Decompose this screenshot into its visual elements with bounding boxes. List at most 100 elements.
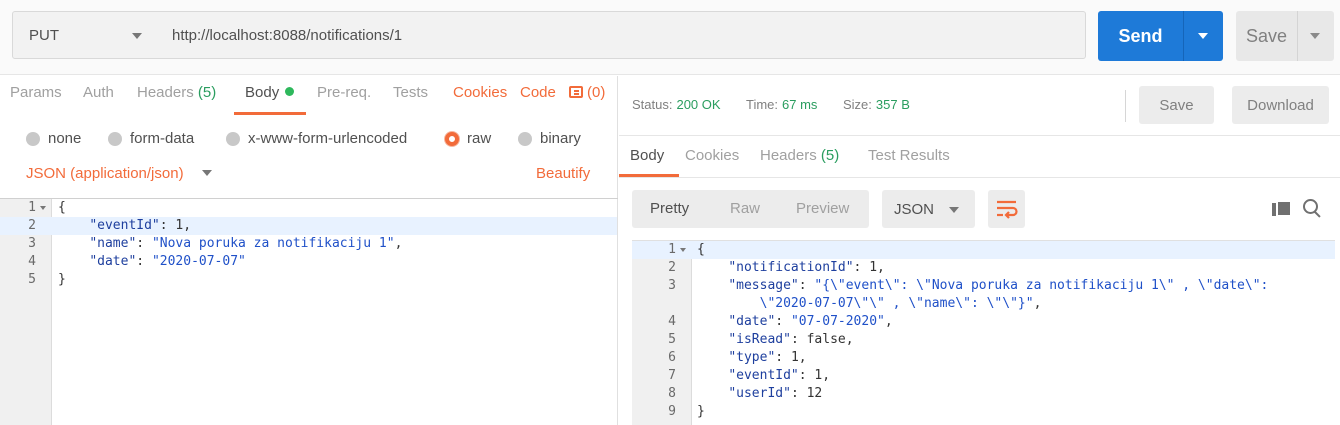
size-info: Size: 357 B bbox=[843, 97, 910, 112]
json-value: "Nova poruka za notifikaciju 1" bbox=[151, 236, 395, 251]
json-value: "07-07-2020" bbox=[790, 314, 885, 329]
tab-response-cookies[interactable]: Cookies bbox=[685, 147, 739, 164]
tab-params[interactable]: Params bbox=[10, 84, 62, 101]
size-value: 357 B bbox=[875, 97, 910, 112]
line-number: 2 bbox=[28, 218, 36, 233]
response-headers-count: (5) bbox=[820, 147, 840, 164]
json-value: "{\"event\": \"Nova poruka za notifikaci… bbox=[814, 278, 1269, 293]
response-format-label: JSON bbox=[894, 200, 935, 218]
code-line: 3 "message": "{\"event\": \"Nova poruka … bbox=[632, 277, 1335, 295]
code-text: "name": "Nova poruka za notifikaciju 1", bbox=[89, 236, 403, 251]
response-pane: Status: 200 OK Time: 67 ms Size: 357 B Save… bbox=[619, 76, 1340, 425]
view-pretty-button[interactable]: Pretty bbox=[650, 200, 689, 217]
radio-binary[interactable]: binary bbox=[518, 130, 581, 147]
request-body-editor[interactable]: 1 { 2 "eventId": 1, 3 "name": "Nova poru… bbox=[0, 198, 618, 425]
tab-prereq[interactable]: Pre-req. bbox=[317, 84, 371, 101]
code-text: "eventId": 1, bbox=[89, 218, 192, 233]
code-line: 3 "name": "Nova poruka za notifikaciju 1… bbox=[0, 235, 617, 253]
tab-response-headers[interactable]: Headers (5) bbox=[760, 147, 839, 164]
json-key: "isRead" bbox=[728, 332, 791, 347]
code-text: "eventId": 1, bbox=[728, 368, 831, 383]
line-number: 2 bbox=[668, 260, 676, 275]
json-value: "2020-07-07" bbox=[151, 254, 246, 269]
radio-form-data[interactable]: form-data bbox=[108, 130, 194, 147]
status-label: Status: bbox=[632, 97, 673, 112]
line-number: 9 bbox=[668, 404, 676, 419]
status-value: 200 OK bbox=[676, 97, 721, 112]
radio-binary-circle-icon bbox=[518, 131, 532, 146]
json-value: false bbox=[806, 332, 846, 347]
json-value: 1 bbox=[790, 350, 799, 365]
code-text: "message": "{\"event\": \"Nova poruka za… bbox=[728, 278, 1269, 293]
content-type-select[interactable]: JSON (application/json) bbox=[26, 165, 212, 182]
view-raw-button[interactable]: Raw bbox=[730, 200, 760, 217]
url-input[interactable]: http://localhost:8088/notifications/1 bbox=[158, 11, 1086, 59]
save-response-button[interactable]: Save bbox=[1139, 86, 1214, 124]
code-line: 5 } bbox=[0, 271, 617, 289]
request-bar: PUT http://localhost:8088/notifications/… bbox=[0, 0, 1340, 75]
save-request-button[interactable]: Save bbox=[1236, 11, 1334, 61]
wrap-lines-icon bbox=[997, 200, 1018, 219]
send-button[interactable]: Send bbox=[1098, 11, 1223, 61]
beautify-link[interactable]: Beautify bbox=[536, 165, 590, 182]
divider bbox=[1125, 90, 1126, 122]
radio-none[interactable]: none bbox=[26, 130, 81, 147]
json-key: "notificationId" bbox=[728, 260, 854, 275]
view-mode-group: Pretty Raw Preview bbox=[632, 190, 869, 228]
tab-body[interactable]: Body bbox=[245, 84, 295, 101]
line-number: 6 bbox=[668, 350, 676, 365]
code-text: "date": "07-07-2020", bbox=[728, 314, 893, 329]
fold-arrow-icon[interactable] bbox=[680, 248, 686, 252]
time-value: 67 ms bbox=[782, 97, 818, 112]
save-options-chevron-icon[interactable] bbox=[1298, 11, 1334, 61]
status-info: Status: 200 OK bbox=[632, 97, 721, 112]
size-label: Size: bbox=[843, 97, 872, 112]
body-active-dot-icon bbox=[285, 87, 295, 96]
cookies-link[interactable]: Cookies bbox=[453, 84, 507, 101]
time-info: Time: 67 ms bbox=[746, 97, 817, 112]
line-number: 7 bbox=[668, 368, 676, 383]
code-line-wrapped: \"2020-07-07\"\" , \"name\": \"\"}", bbox=[632, 295, 1335, 313]
code-link[interactable]: Code bbox=[520, 84, 556, 101]
code-text: { bbox=[58, 200, 66, 215]
view-preview-button[interactable]: Preview bbox=[796, 200, 849, 217]
response-body-viewer[interactable]: 1 { 2 "notificationId": 1, 3 "message": … bbox=[632, 240, 1335, 425]
line-number: 4 bbox=[668, 314, 676, 329]
body-type-radios: none form-data x-www-form-urlencoded raw… bbox=[0, 126, 618, 154]
response-tabs: Body Cookies Headers (5) Test Results bbox=[619, 136, 1340, 178]
request-tabs: Params Auth Headers (5) Body Pre-req. Te… bbox=[0, 76, 618, 118]
tab-test-results[interactable]: Test Results bbox=[868, 147, 950, 164]
radio-binary-label: binary bbox=[540, 130, 581, 147]
search-icon[interactable] bbox=[1303, 199, 1323, 219]
code-text: "notificationId": 1, bbox=[728, 260, 885, 275]
comments-button[interactable]: (0) bbox=[569, 84, 605, 101]
radio-raw[interactable]: raw bbox=[445, 130, 491, 147]
line-number: 5 bbox=[668, 332, 676, 347]
json-key: "type" bbox=[728, 350, 776, 365]
chevron-down-icon bbox=[949, 207, 959, 213]
code-text: } bbox=[697, 404, 705, 419]
code-text: } bbox=[58, 272, 66, 287]
send-options-chevron-icon[interactable] bbox=[1184, 11, 1223, 61]
request-pane: Params Auth Headers (5) Body Pre-req. Te… bbox=[0, 76, 618, 425]
tab-tests[interactable]: Tests bbox=[393, 84, 428, 101]
method-select[interactable]: PUT bbox=[12, 11, 159, 59]
tab-headers[interactable]: Headers (5) bbox=[137, 84, 216, 101]
tab-response-body[interactable]: Body bbox=[630, 147, 664, 164]
tab-auth[interactable]: Auth bbox=[83, 84, 114, 101]
code-line: 9 } bbox=[632, 403, 1335, 421]
line-number: 4 bbox=[28, 254, 36, 269]
download-button[interactable]: Download bbox=[1232, 86, 1329, 124]
copy-icon[interactable] bbox=[1272, 200, 1292, 218]
line-number: 8 bbox=[668, 386, 676, 401]
radio-urlencoded[interactable]: x-www-form-urlencoded bbox=[226, 130, 407, 147]
code-line: 4 "date": "07-07-2020", bbox=[632, 313, 1335, 331]
response-view-controls: Pretty Raw Preview JSON bbox=[619, 188, 1340, 230]
response-format-select[interactable]: JSON bbox=[882, 190, 975, 228]
wrap-lines-button[interactable] bbox=[988, 190, 1025, 228]
json-key: "name" bbox=[89, 236, 137, 251]
fold-arrow-icon[interactable] bbox=[40, 206, 46, 210]
active-tab-underline bbox=[619, 174, 679, 177]
code-line: 5 "isRead": false, bbox=[632, 331, 1335, 349]
code-line-active: 1 { bbox=[632, 241, 1335, 259]
